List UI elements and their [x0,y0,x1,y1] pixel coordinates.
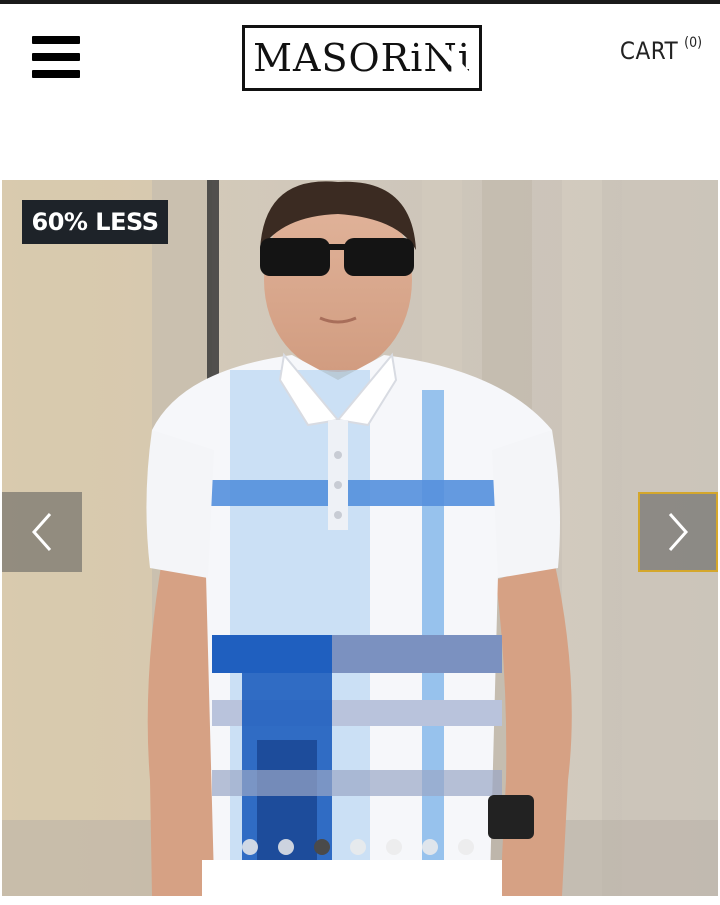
carousel-dot-2[interactable] [278,839,294,855]
hamburger-menu-icon[interactable] [32,36,80,82]
carousel-next-button[interactable] [638,492,718,572]
carousel-dot-6[interactable] [422,839,438,855]
cart-count: (0) [684,35,702,51]
cart-link[interactable]: CART (0) [619,35,702,67]
carousel-dot-3[interactable] [314,839,330,855]
cart-label: CART [619,37,679,65]
carousel-dot-7[interactable] [458,839,474,855]
product-image-carousel[interactable]: 60% LESS [2,180,718,896]
carousel-dot-1[interactable] [242,839,258,855]
chevron-left-icon [31,513,52,551]
site-logo[interactable]: MASORiNi [242,25,482,91]
carousel-dots [2,839,718,855]
carousel-dot-5[interactable] [386,839,402,855]
discount-badge: 60% LESS [22,200,168,244]
product-photo [2,180,718,896]
carousel-prev-button[interactable] [2,492,82,572]
carousel-dot-4[interactable] [350,839,366,855]
chevron-right-icon [668,513,689,551]
site-header: MASORiNi CART (0) [0,4,720,180]
